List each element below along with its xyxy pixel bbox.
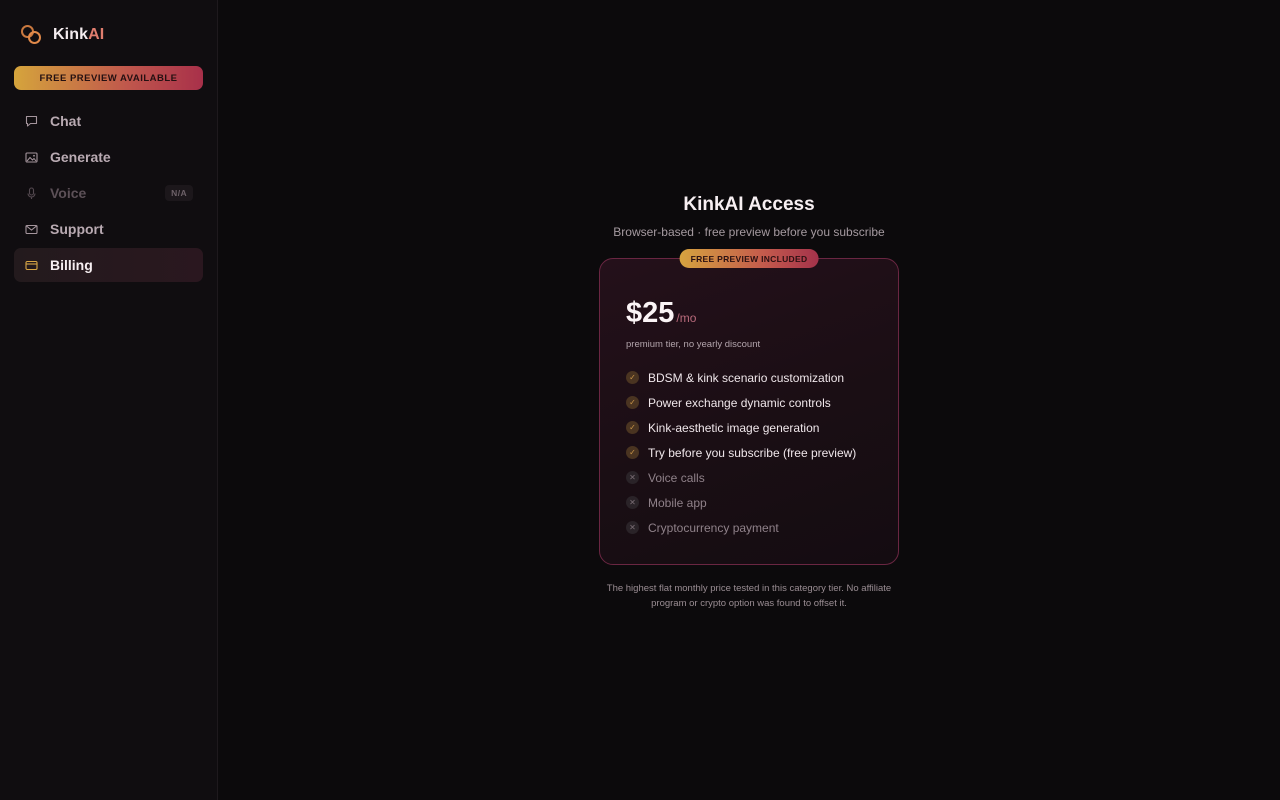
sidebar-item-label: Support (50, 221, 104, 237)
mail-icon (24, 222, 38, 236)
sidebar-item-support[interactable]: Support (14, 212, 203, 246)
sidebar-item-voice[interactable]: Voice N/A (14, 176, 203, 210)
price-row: $25 /mo (626, 297, 872, 330)
free-preview-banner[interactable]: FREE PREVIEW AVAILABLE (14, 66, 203, 90)
list-item: ✕ Cryptocurrency payment (626, 515, 872, 540)
sidebar-item-label: Chat (50, 113, 82, 129)
list-item: ✓ Kink-aesthetic image generation (626, 415, 872, 440)
page-title: KinkAI Access (683, 194, 815, 215)
sidebar-item-label: Billing (50, 257, 93, 273)
image-icon (24, 150, 38, 164)
logo[interactable]: KinkAI (14, 22, 203, 48)
sidebar-item-label: Voice (50, 185, 87, 201)
cross-icon: ✕ (626, 496, 639, 509)
list-item: ✕ Mobile app (626, 490, 872, 515)
check-icon: ✓ (626, 421, 639, 434)
list-item: ✕ Voice calls (626, 465, 872, 490)
chat-bubble-icon (24, 114, 38, 128)
list-item: ✓ Power exchange dynamic controls (626, 390, 872, 415)
pricing-section: KinkAI Access Browser-based · free previ… (599, 194, 899, 611)
feature-text: Try before you subscribe (free preview) (648, 445, 857, 460)
cross-icon: ✕ (626, 521, 639, 534)
check-icon: ✓ (626, 446, 639, 459)
list-item: ✓ Try before you subscribe (free preview… (626, 440, 872, 465)
feature-text: Mobile app (648, 495, 707, 510)
logo-rings-icon (21, 24, 43, 46)
credit-card-icon (24, 258, 38, 272)
sidebar: KinkAI FREE PREVIEW AVAILABLE Chat Gener… (0, 0, 218, 800)
page-subtitle: Browser-based · free preview before you … (613, 225, 885, 239)
feature-list: ✓ BDSM & kink scenario customization ✓ P… (626, 365, 872, 540)
feature-text: Kink-aesthetic image generation (648, 420, 820, 435)
feature-text: Power exchange dynamic controls (648, 395, 831, 410)
sidebar-item-generate[interactable]: Generate (14, 140, 203, 174)
feature-text: Voice calls (648, 470, 705, 485)
sidebar-nav: Chat Generate Voice N/A Support Billing (14, 104, 203, 282)
sidebar-item-billing[interactable]: Billing (14, 248, 203, 282)
unavailable-badge: N/A (165, 185, 193, 201)
sidebar-item-chat[interactable]: Chat (14, 104, 203, 138)
price-amount: $25 (626, 297, 675, 329)
list-item: ✓ BDSM & kink scenario customization (626, 365, 872, 390)
brand-name: KinkAI (53, 26, 104, 44)
app-root: KinkAI FREE PREVIEW AVAILABLE Chat Gener… (0, 0, 1280, 800)
brand-name-accent: AI (88, 26, 105, 43)
brand-name-main: Kink (53, 26, 89, 43)
check-icon: ✓ (626, 396, 639, 409)
cross-icon: ✕ (626, 471, 639, 484)
microphone-icon (24, 186, 38, 200)
price-note: premium tier, no yearly discount (626, 339, 761, 350)
pricing-card: FREE PREVIEW INCLUDED $25 /mo premium ti… (599, 249, 899, 565)
main-content: KinkAI Access Browser-based · free previ… (218, 0, 1280, 800)
price-period: /mo (676, 311, 697, 325)
feature-text: BDSM & kink scenario customization (648, 370, 845, 385)
check-icon: ✓ (626, 371, 639, 384)
free-preview-badge: FREE PREVIEW INCLUDED (679, 249, 819, 268)
feature-text: Cryptocurrency payment (648, 520, 779, 535)
sidebar-item-label: Generate (50, 149, 111, 165)
pricing-footnote: The highest flat monthly price tested in… (606, 583, 892, 609)
